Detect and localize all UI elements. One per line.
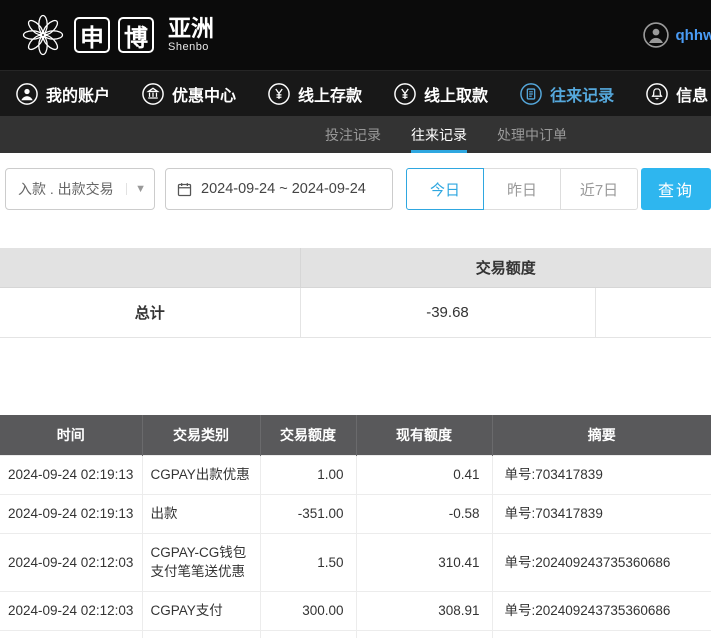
col-header-summary: 摘要 [492,415,711,456]
brand-subtitle: Shenbo [168,42,214,53]
quick-date-buttons: 今日 昨日 近7日 [406,168,638,210]
nav-item-online-deposit[interactable]: 线上存款 [252,71,378,116]
cell-summary: 系统派发_2024-09-23 [492,631,711,638]
summary-total-value: -39.68 [300,288,595,338]
nav-item-online-withdrawal[interactable]: 线上取款 [378,71,504,116]
topbar: 申 博 亚洲 Shenbo qhhwa [0,0,711,70]
withdraw-icon [394,83,416,105]
col-header-type: 交易类别 [142,415,260,456]
table-row: 2024-09-24 02:19:13 CGPAY出款优惠 1.00 0.41 … [0,456,711,495]
summary-header-label: 交易额度 [300,248,711,288]
subnav-item-betting-records[interactable]: 投注记录 [325,116,381,153]
nav-item-label: 往来记录 [550,82,614,106]
cell-summary: 单号:703417839 [492,456,711,495]
table-row: 2024-09-24 02:19:13 出款 -351.00 -0.58 单号:… [0,495,711,534]
cell-amount: -351.00 [260,495,356,534]
col-header-balance: 现有额度 [356,415,492,456]
chevron-down-icon: ▼ [126,183,146,195]
subnav: 投注记录 往来记录 处理中订单 [0,116,711,153]
records-icon [520,83,542,105]
nav-item-my-account[interactable]: 我的账户 [0,71,126,116]
subnav-item-processing-orders[interactable]: 处理中订单 [497,116,567,153]
cell-summary: 单号:202409243735360686 [492,591,711,630]
subnav-item-transaction-records[interactable]: 往来记录 [411,116,467,153]
summary-empty-cell [595,288,711,338]
nav-item-label: 我的账户 [46,82,110,106]
today-button[interactable]: 今日 [406,168,484,210]
cell-amount: 300.00 [260,591,356,630]
nav-item-label: 优惠中心 [172,82,236,106]
cell-type: BB视讯百家乐返点 [142,631,260,638]
deposit-icon [268,83,290,105]
summary-table: 交易额度 总计 -39.68 [0,248,711,338]
cell-time: 2024-09-24 02:12:03 [0,591,142,630]
nav-item-label: 信息 [676,82,708,106]
cell-balance: 0.41 [356,456,492,495]
summary-total-label: 总计 [0,288,300,338]
cell-summary: 单号:202409243735360686 [492,534,711,591]
brand-region: 亚洲 [168,17,214,40]
nav-item-promo-center[interactable]: 优惠中心 [126,71,252,116]
calendar-icon [176,181,193,198]
username[interactable]: qhhwa [676,27,711,44]
main-navbar: 我的账户 优惠中心 线上存款 线上取款 [0,70,711,116]
records-table: 时间 交易类别 交易额度 现有额度 摘要 2024-09-24 02:19:13… [0,415,711,638]
cell-time: 2024-09-24 02:19:13 [0,456,142,495]
table-row: 2024-09-24 02:03:59 BB视讯百家乐返点 8.82 8.91 … [0,631,711,638]
search-button[interactable]: 查询 [641,168,711,210]
avatar-icon[interactable] [643,22,669,48]
nav-item-transaction-records[interactable]: 往来记录 [504,71,630,116]
records-header-row: 时间 交易类别 交易额度 现有额度 摘要 [0,415,711,456]
date-range-value: 2024-09-24 ~ 2024-09-24 [201,181,366,197]
cell-type: 出款 [142,495,260,534]
cell-type: CGPAY支付 [142,591,260,630]
nav-item-messages[interactable]: 信息 [630,71,711,116]
cell-balance: -0.58 [356,495,492,534]
last-7-days-button[interactable]: 近7日 [560,168,638,210]
cell-amount: 8.82 [260,631,356,638]
date-range-picker[interactable]: 2024-09-24 ~ 2024-09-24 [165,168,393,210]
cell-balance: 310.41 [356,534,492,591]
nav-item-label: 线上存款 [298,82,362,106]
cell-summary: 单号:703417839 [492,495,711,534]
cell-amount: 1.50 [260,534,356,591]
nav-item-label: 线上取款 [424,82,488,106]
page: 申 博 亚洲 Shenbo qhhwa 我的账户 [0,0,711,638]
cell-type: CGPAY出款优惠 [142,456,260,495]
col-header-time: 时间 [0,415,142,456]
yesterday-button[interactable]: 昨日 [483,168,561,210]
cell-time: 2024-09-24 02:19:13 [0,495,142,534]
cell-balance: 308.91 [356,591,492,630]
cell-time: 2024-09-24 02:12:03 [0,534,142,591]
cell-time: 2024-09-24 02:03:59 [0,631,142,638]
bell-icon [646,83,668,105]
lotus-logo-icon [20,12,66,58]
cell-balance: 8.91 [356,631,492,638]
bank-icon [142,83,164,105]
brand-char-2: 博 [118,17,154,53]
table-row: 2024-09-24 02:12:03 CGPAY-CG钱包支付笔笔送优惠 1.… [0,534,711,591]
filter-bar: 入款 . 出款交易 ▼ 2024-09-24 ~ 2024-09-24 今日 昨… [0,153,711,225]
summary-header-empty [0,248,300,288]
table-row: 2024-09-24 02:12:03 CGPAY支付 300.00 308.9… [0,591,711,630]
brand-char-1: 申 [74,17,110,53]
account-area: qhhwa [643,22,711,48]
transaction-type-select[interactable]: 入款 . 出款交易 ▼ [5,168,155,210]
cell-amount: 1.00 [260,456,356,495]
user-icon [16,83,38,105]
col-header-amount: 交易额度 [260,415,356,456]
brand-logo[interactable]: 申 博 亚洲 Shenbo [20,12,214,58]
cell-type: CGPAY-CG钱包支付笔笔送优惠 [142,534,260,591]
transaction-type-value: 入款 . 出款交易 [18,179,114,199]
